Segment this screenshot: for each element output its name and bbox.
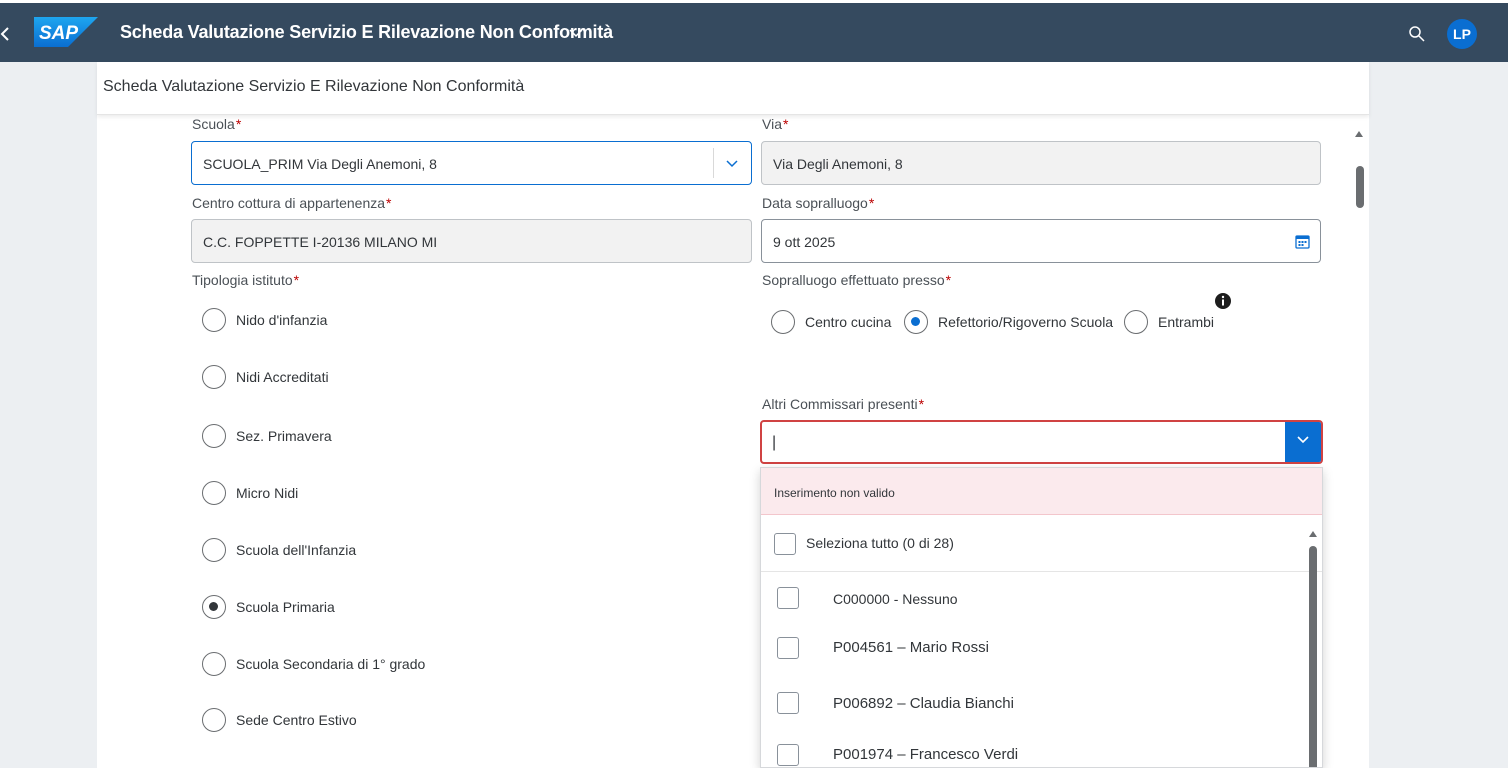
back-chevron-icon[interactable] xyxy=(0,23,10,45)
page-header: Scheda Valutazione Servizio E Rilevazion… xyxy=(97,62,1369,115)
radio-label: Centro cucina xyxy=(805,314,892,330)
sopralluogo-label: Sopralluogo effettuato presso* xyxy=(762,272,952,288)
centro-value: C.C. FOPPETTE I-20136 MILANO MI xyxy=(203,234,438,250)
shell-bar: SAP Scheda Valutazione Servizio E Rileva… xyxy=(0,0,1508,62)
list-item[interactable]: C000000 - Nessuno xyxy=(761,574,1301,626)
via-value: Via Degli Anemoni, 8 xyxy=(773,156,903,172)
item-checkbox[interactable] xyxy=(777,692,799,714)
radio-button[interactable] xyxy=(202,424,226,448)
radio-button[interactable] xyxy=(1124,310,1148,334)
app-title[interactable]: Scheda Valutazione Servizio E Rilevazion… xyxy=(120,22,613,43)
item-checkbox[interactable] xyxy=(777,587,799,609)
data-label: Data sopralluogo* xyxy=(762,195,875,211)
radio-button-selected[interactable] xyxy=(202,595,226,619)
radio-button[interactable] xyxy=(202,652,226,676)
scroll-up-icon[interactable] xyxy=(1353,126,1365,137)
radio-label: Sez. Primavera xyxy=(236,428,332,444)
scuola-label: Scuola* xyxy=(192,116,242,132)
data-sopralluogo-field[interactable]: 9 ott 2025 xyxy=(761,219,1321,263)
radio-label: Scuola Secondaria di 1° grado xyxy=(236,656,426,672)
select-all-label: Seleziona tutto (0 di 28) xyxy=(806,535,954,551)
page-scrollbar[interactable] xyxy=(1356,166,1364,208)
list-scrollbar[interactable] xyxy=(1309,546,1317,767)
radio-label: Micro Nidi xyxy=(236,485,299,501)
error-message: Inserimento non valido xyxy=(761,468,1322,515)
list-item[interactable]: P004561 – Mario Rossi xyxy=(761,624,1301,676)
radio-label: Nido d'infanzia xyxy=(236,312,328,328)
scuola-value: SCUOLA_PRIM Via Degli Anemoni, 8 xyxy=(203,156,437,172)
commissari-multicombobox[interactable]: | xyxy=(760,420,1323,464)
list-item[interactable]: P006892 – Claudia Bianchi xyxy=(761,680,1301,732)
scuola-select[interactable]: SCUOLA_PRIM Via Degli Anemoni, 8 xyxy=(191,141,752,185)
commissari-dropdown-list: Inserimento non valido Seleziona tutto (… xyxy=(760,467,1323,768)
centro-field[interactable]: C.C. FOPPETTE I-20136 MILANO MI xyxy=(191,219,752,263)
chevron-down-icon[interactable] xyxy=(1296,435,1310,445)
radio-label: Scuola Primaria xyxy=(236,599,335,615)
centro-label: Centro cottura di appartenenza* xyxy=(192,195,392,211)
radio-button-selected[interactable] xyxy=(904,310,928,334)
select-all-checkbox[interactable] xyxy=(774,533,796,555)
tipologia-label: Tipologia istituto* xyxy=(192,272,300,288)
radio-label: Entrambi xyxy=(1158,314,1215,330)
calendar-icon[interactable] xyxy=(1295,234,1310,249)
radio-label: Refettorio/Rigoverno Scuola xyxy=(938,314,1114,330)
commissari-label: Altri Commissari presenti* xyxy=(762,396,925,412)
chevron-down-icon[interactable] xyxy=(568,26,584,38)
radio-button[interactable] xyxy=(202,708,226,732)
item-label: P004561 – Mario Rossi xyxy=(833,639,989,656)
radio-button[interactable] xyxy=(202,481,226,505)
radio-label: Sede Centro Estivo xyxy=(236,712,357,728)
radio-button[interactable] xyxy=(202,365,226,389)
chevron-down-icon[interactable] xyxy=(725,159,739,169)
sap-logo[interactable]: SAP xyxy=(34,17,98,47)
radio-button[interactable] xyxy=(771,310,795,334)
via-field[interactable]: Via Degli Anemoni, 8 xyxy=(761,141,1321,185)
list-item[interactable]: P001974 – Francesco Verdi xyxy=(761,732,1301,767)
commissari-dropdown-button[interactable] xyxy=(1285,422,1321,462)
search-icon[interactable] xyxy=(1408,25,1426,43)
radio-button[interactable] xyxy=(202,308,226,332)
item-label: P001974 – Francesco Verdi xyxy=(833,746,1019,763)
info-icon[interactable] xyxy=(1214,292,1232,310)
item-label: C000000 - Nessuno xyxy=(833,591,958,607)
data-value: 9 ott 2025 xyxy=(773,234,836,250)
radio-label: Nidi Accreditati xyxy=(236,369,329,385)
radio-button[interactable] xyxy=(202,538,226,562)
item-label: P006892 – Claudia Bianchi xyxy=(833,695,1014,712)
item-checkbox[interactable] xyxy=(777,637,799,659)
commissari-input-cursor[interactable]: | xyxy=(772,434,776,452)
item-checkbox[interactable] xyxy=(777,744,799,766)
page-title: Scheda Valutazione Servizio E Rilevazion… xyxy=(103,78,525,95)
via-label: Via* xyxy=(762,116,789,132)
sap-logo-text: SAP xyxy=(39,23,78,44)
scroll-up-icon[interactable] xyxy=(1307,526,1319,537)
avatar[interactable]: LP xyxy=(1447,19,1477,49)
select-all-row[interactable]: Seleziona tutto (0 di 28) xyxy=(761,516,1322,572)
radio-label: Scuola dell'Infanzia xyxy=(236,542,357,558)
